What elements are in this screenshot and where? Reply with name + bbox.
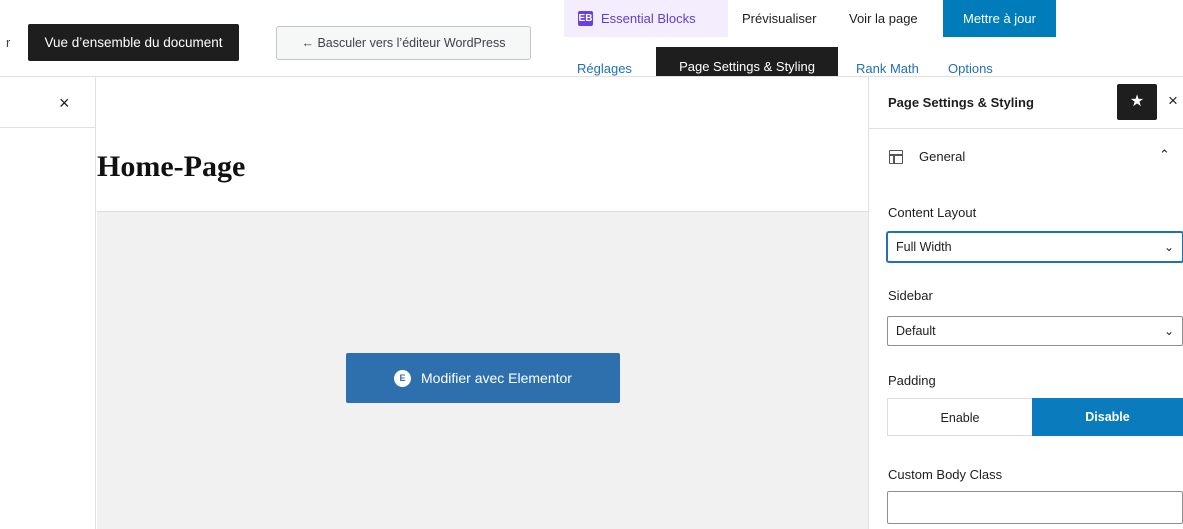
left-panel-divider — [0, 127, 96, 128]
document-overview-tooltip: Vue d’ensemble du document — [28, 24, 239, 61]
edit-with-elementor-button[interactable]: E Modifier avec Elementor — [346, 353, 620, 403]
padding-enable-button[interactable]: Enable — [887, 398, 1032, 436]
essential-blocks-label: Essential Blocks — [601, 11, 696, 26]
custom-body-class-input[interactable] — [887, 491, 1183, 524]
layout-icon — [889, 150, 903, 164]
essential-blocks-button[interactable]: EB Essential Blocks — [564, 0, 728, 37]
sidebar-title: Page Settings & Styling — [888, 95, 1034, 110]
sidebar-select[interactable]: Default ⌄ — [887, 316, 1183, 346]
sidebar-field-label: Sidebar — [888, 288, 933, 303]
chevron-down-icon: ⌄ — [1163, 324, 1174, 338]
custom-body-class-label: Custom Body Class — [888, 467, 1003, 482]
content-layout-label: Content Layout — [888, 205, 977, 220]
tab-settings[interactable]: Réglages — [577, 61, 632, 76]
essential-blocks-icon: EB — [578, 11, 593, 26]
chevron-up-icon: ⌃ — [1159, 147, 1170, 162]
tab-rank-math[interactable]: Rank Math — [856, 61, 919, 76]
view-page-link[interactable]: Voir la page — [849, 11, 918, 26]
tab-page-settings-styling[interactable]: Page Settings & Styling — [656, 47, 838, 77]
page-title[interactable]: Home-Page — [97, 150, 245, 184]
update-button[interactable]: Mettre à jour — [943, 0, 1056, 37]
tab-options[interactable]: Options — [948, 61, 993, 76]
padding-label: Padding — [888, 373, 936, 388]
general-section-toggle[interactable]: General ⌃ — [869, 129, 1183, 184]
padding-disable-button[interactable]: Disable — [1032, 398, 1183, 436]
elementor-icon: E — [394, 369, 412, 387]
sidebar-close-icon[interactable]: × — [1168, 91, 1178, 111]
content-layout-select[interactable]: Full Width ⌄ — [887, 232, 1183, 262]
toolbar-truncated-text: r — [6, 35, 11, 50]
left-panel — [0, 77, 96, 529]
general-section-label: General — [919, 149, 966, 164]
content-layout-value: Full Width — [896, 240, 952, 254]
preview-button[interactable]: Prévisualiser — [742, 11, 816, 26]
chevron-down-icon: ⌄ — [1163, 240, 1174, 254]
star-icon[interactable]: ★ — [1117, 84, 1157, 120]
elementor-button-label: Modifier avec Elementor — [421, 370, 572, 386]
sidebar-select-value: Default — [896, 324, 936, 338]
close-icon[interactable]: × — [59, 93, 70, 114]
switch-to-wordpress-editor-button[interactable]: ← Basculer vers l’éditeur WordPress — [276, 26, 531, 60]
